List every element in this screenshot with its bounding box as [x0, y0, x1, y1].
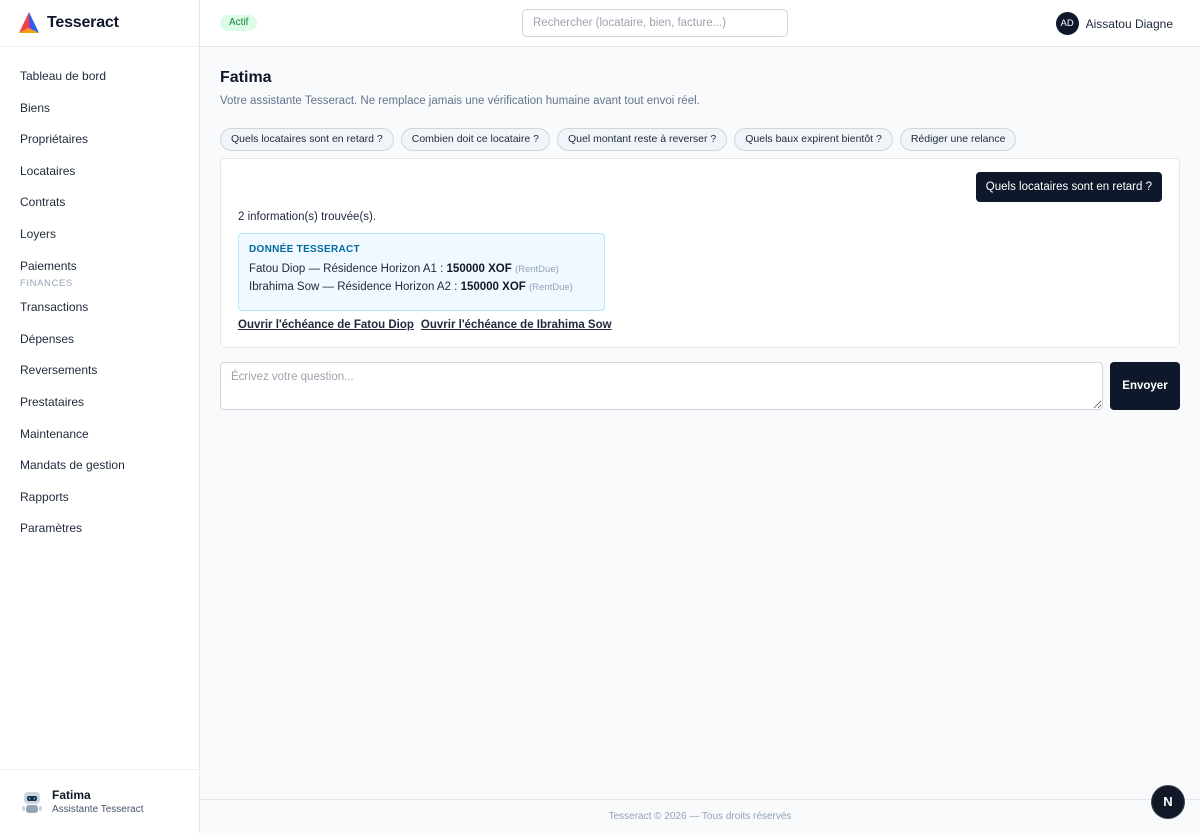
sidebar-item-loyers[interactable]: Loyers — [0, 219, 199, 251]
suggestion-chip-montant-reverser[interactable]: Quel montant reste à reverser ? — [557, 128, 728, 151]
assistant-profile[interactable]: Fatima Assistante Tesseract — [0, 769, 200, 833]
tesseract-logo-icon — [19, 12, 39, 33]
sidebar-item-prestataires[interactable]: Prestataires — [0, 387, 199, 419]
list-item: Fatou Diop — Résidence Horizon A1 : 1500… — [249, 263, 594, 275]
open-due-fatou-diop-link[interactable]: Ouvrir l'échéance de Fatou Diop — [238, 319, 414, 331]
chat-panel: Quels locataires sont en retard ? 2 info… — [220, 158, 1180, 348]
assistant-profile-text: Fatima Assistante Tesseract — [52, 788, 144, 815]
sidebar-item-contrats[interactable]: Contrats — [0, 187, 199, 219]
sidebar-item-mandats-de-gestion[interactable]: Mandats de gestion — [0, 450, 199, 482]
search-input[interactable] — [522, 9, 788, 37]
sidebar: Tesseract Tableau de bord Biens Propriét… — [0, 0, 200, 833]
data-row-label: Ibrahima Sow — Résidence Horizon A2 : — [249, 281, 461, 293]
suggestion-chip-combien-doit[interactable]: Combien doit ce locataire ? — [400, 128, 550, 151]
sidebar-item-biens[interactable]: Biens — [0, 93, 199, 125]
sidebar-nav: Tableau de bord Biens Propriétaires Loca… — [0, 47, 199, 545]
sidebar-item-maintenance[interactable]: Maintenance — [0, 419, 199, 451]
avatar: AD — [1055, 12, 1079, 35]
brand[interactable]: Tesseract — [0, 0, 199, 47]
assistant-name: Fatima — [52, 788, 91, 802]
result-count: 2 information(s) trouvée(s). — [238, 211, 377, 223]
top-header: Actif AD Aissatou Diagne — [200, 0, 1200, 47]
sidebar-section-finances: FINANCES — [20, 278, 73, 290]
sidebar-item-proprietaires[interactable]: Propriétaires — [0, 124, 199, 156]
status-badge: Actif — [220, 15, 258, 31]
suggestion-chip-relance[interactable]: Rédiger une relance — [899, 128, 1017, 151]
page-title: Fatima — [220, 69, 272, 86]
assistant-role: Assistante Tesseract — [52, 804, 144, 815]
message-composer: Envoyer — [220, 362, 1180, 410]
brand-name: Tesseract — [47, 14, 119, 31]
sidebar-item-parametres[interactable]: Paramètres — [0, 513, 199, 545]
main-content: Fatima Votre assistante Tesseract. Ne re… — [220, 47, 1180, 410]
page-footer: Tesseract © 2026 — Tous droits réservés — [200, 799, 1200, 833]
suggestion-chip-baux-expirent[interactable]: Quels baux expirent bientôt ? — [734, 128, 893, 151]
data-row-amount: 150000 XOF — [460, 281, 526, 293]
next-dev-tools-button[interactable]: N — [1152, 786, 1184, 818]
user-message-bubble: Quels locataires sont en retard ? — [975, 172, 1162, 202]
question-input[interactable] — [220, 362, 1103, 410]
sidebar-item-locataires[interactable]: Locataires — [0, 156, 199, 188]
sidebar-item-tableau-de-bord[interactable]: Tableau de bord — [0, 61, 199, 93]
user-menu[interactable]: AD Aissatou Diagne — [1055, 12, 1173, 35]
robot-avatar-icon — [22, 791, 42, 813]
suggestion-chips: Quels locataires sont en retard ? Combie… — [220, 128, 1180, 151]
page-subtitle: Votre assistante Tesseract. Ne remplace … — [220, 95, 700, 107]
user-name: Aissatou Diagne — [1085, 16, 1173, 31]
data-row-label: Fatou Diop — Résidence Horizon A1 : — [249, 263, 447, 275]
list-item: Ibrahima Sow — Résidence Horizon A2 : 15… — [249, 281, 594, 293]
data-row-amount: 150000 XOF — [446, 263, 512, 275]
sidebar-item-reversements[interactable]: Reversements — [0, 355, 199, 387]
sidebar-item-depenses[interactable]: Dépenses — [0, 324, 199, 356]
open-due-ibrahima-sow-link[interactable]: Ouvrir l'échéance de Ibrahima Sow — [421, 319, 612, 331]
suggestion-chip-retard[interactable]: Quels locataires sont en retard ? — [220, 128, 394, 151]
data-row-tag: (RentDue) — [529, 282, 573, 293]
send-button[interactable]: Envoyer — [1110, 362, 1180, 410]
data-card: DONNÉE TESSERACT Fatou Diop — Résidence … — [238, 233, 605, 311]
sidebar-item-transactions[interactable]: Transactions — [0, 292, 199, 324]
sidebar-item-rapports[interactable]: Rapports — [0, 482, 199, 514]
data-card-title: DONNÉE TESSERACT — [249, 244, 360, 255]
data-row-tag: (RentDue) — [514, 264, 559, 275]
action-links: Ouvrir l'échéance de Fatou Diop Ouvrir l… — [238, 319, 612, 331]
